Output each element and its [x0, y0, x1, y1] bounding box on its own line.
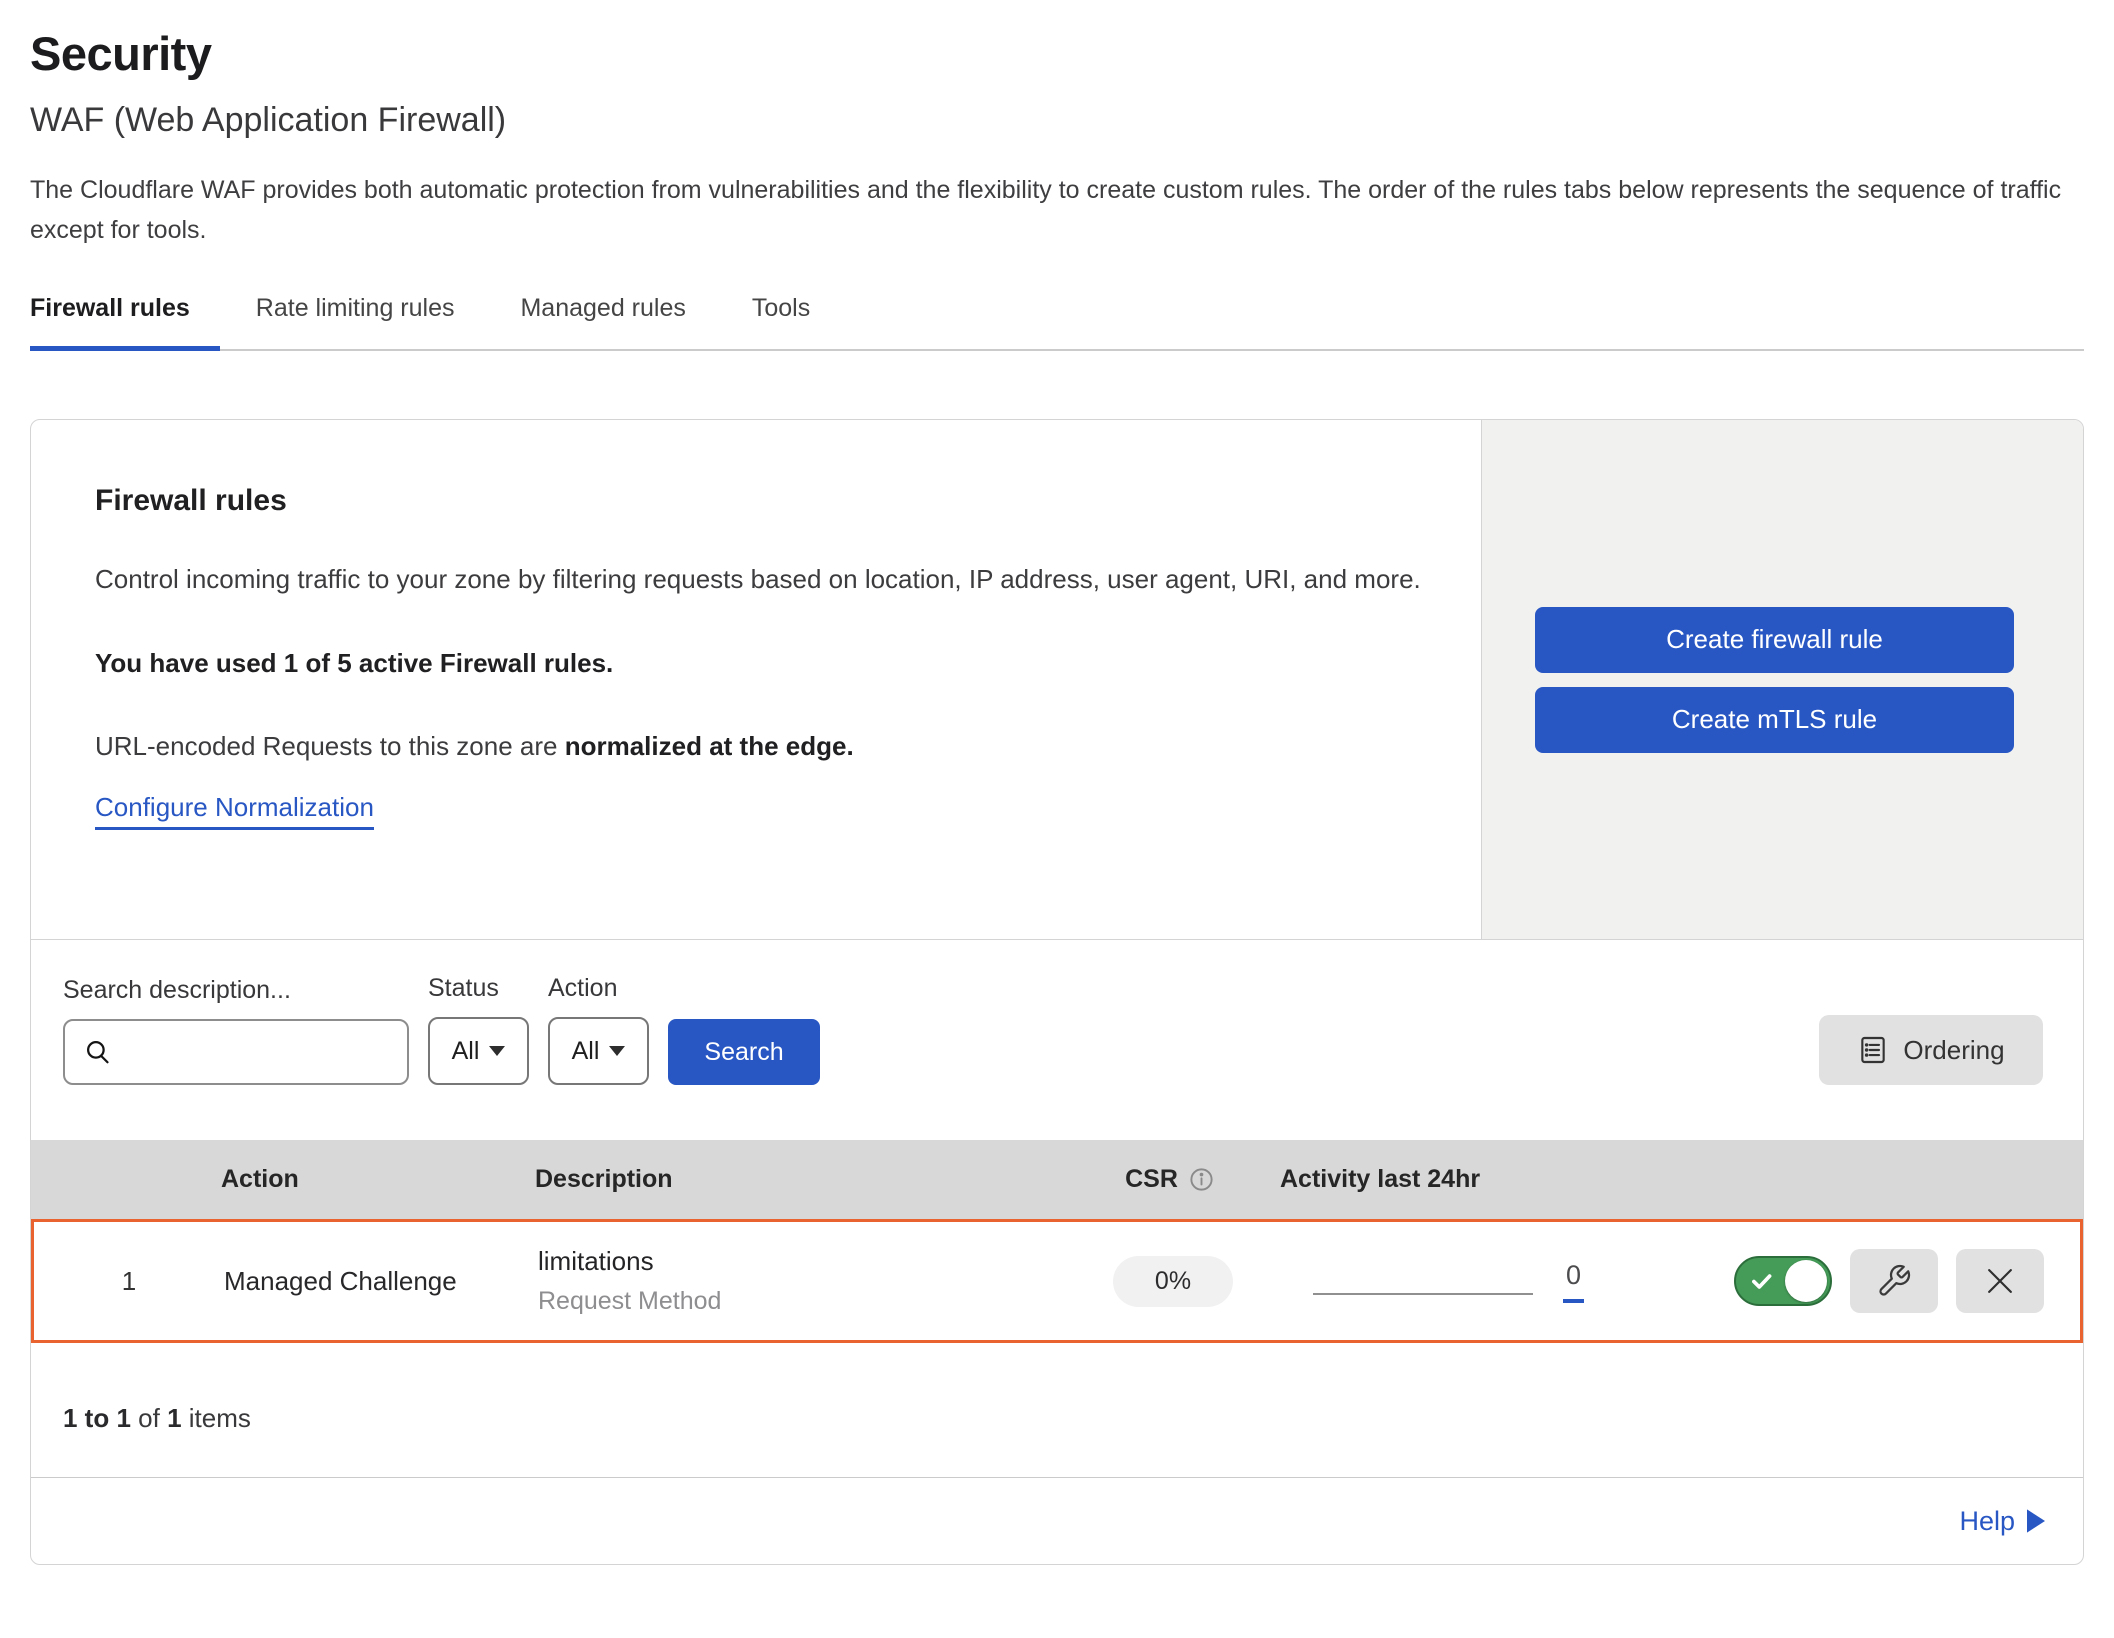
column-description: Description	[535, 1165, 1060, 1194]
items-text: items	[182, 1403, 251, 1433]
status-select[interactable]: All	[428, 1017, 529, 1085]
page-subtitle: WAF (Web Application Firewall)	[30, 101, 2084, 140]
ordering-label: Ordering	[1903, 1035, 2004, 1066]
section-lead: Control incoming traffic to your zone by…	[95, 556, 1421, 602]
filter-bar: Search description... Status All Action	[31, 940, 2083, 1140]
rule-enabled-toggle[interactable]	[1734, 1256, 1832, 1306]
create-actions-panel: Create firewall rule Create mTLS rule	[1481, 420, 2083, 939]
chevron-down-icon	[489, 1046, 505, 1056]
total-count: 1	[167, 1403, 181, 1433]
action-select[interactable]: All	[548, 1017, 649, 1085]
activity-cell: 0	[1283, 1249, 2080, 1313]
toggle-knob	[1785, 1260, 1827, 1302]
close-icon	[1980, 1261, 2020, 1301]
overview-text: Firewall rules Control incoming traffic …	[31, 420, 1481, 939]
delete-rule-button[interactable]	[1956, 1249, 2044, 1313]
activity-count-link[interactable]: 0	[1563, 1260, 1584, 1303]
overview-section: Firewall rules Control incoming traffic …	[31, 420, 2083, 940]
tab-rate-limiting-rules[interactable]: Rate limiting rules	[256, 294, 485, 349]
tab-label: Firewall rules	[30, 294, 190, 322]
rule-description: limitations	[538, 1246, 1063, 1277]
create-firewall-rule-button[interactable]: Create firewall rule	[1535, 607, 2014, 673]
waf-tabs: Firewall rules Rate limiting rules Manag…	[30, 294, 2084, 351]
search-input[interactable]	[123, 1037, 407, 1067]
normalization-prefix: URL-encoded Requests to this zone are	[95, 731, 565, 761]
page-description: The Cloudflare WAF provides both automat…	[30, 170, 2080, 250]
pagination-summary: 1 to 1 of 1 items	[31, 1343, 2083, 1478]
configure-normalization-link[interactable]: Configure Normalization	[95, 792, 374, 830]
search-field[interactable]	[63, 1019, 409, 1085]
csr-badge: 0%	[1113, 1256, 1233, 1307]
check-icon	[1749, 1268, 1775, 1294]
search-icon	[83, 1037, 113, 1067]
status-label: Status	[428, 974, 529, 1003]
rule-expression: Request Method	[538, 1287, 1063, 1316]
csr-header-label: CSR	[1125, 1165, 1178, 1194]
column-csr: CSR	[1060, 1165, 1280, 1194]
rule-description-cell: limitations Request Method	[538, 1246, 1063, 1316]
column-action: Action	[221, 1165, 535, 1194]
arrow-right-icon	[2027, 1509, 2045, 1533]
security-waf-page: Security WAF (Web Application Firewall) …	[0, 0, 2114, 1565]
tab-tools[interactable]: Tools	[752, 294, 840, 349]
chevron-down-icon	[609, 1046, 625, 1056]
table-header: Action Description CSR Activity last 24h…	[31, 1140, 2083, 1219]
tab-managed-rules[interactable]: Managed rules	[520, 294, 715, 349]
rule-priority: 1	[34, 1266, 224, 1297]
action-value: All	[572, 1037, 600, 1066]
normalization-note: URL-encoded Requests to this zone are no…	[95, 731, 1421, 762]
tab-label: Tools	[752, 294, 810, 322]
tab-firewall-rules[interactable]: Firewall rules	[30, 294, 220, 349]
firewall-rules-card: Firewall rules Control incoming traffic …	[30, 419, 2084, 1565]
page-title: Security	[30, 26, 2084, 81]
info-icon[interactable]	[1188, 1166, 1215, 1193]
status-value: All	[452, 1037, 480, 1066]
tab-label: Managed rules	[520, 294, 685, 322]
rule-action: Managed Challenge	[224, 1266, 538, 1297]
action-label: Action	[548, 974, 649, 1003]
search-label: Search description...	[63, 976, 409, 1005]
of-text: of	[131, 1403, 167, 1433]
activity-sparkline	[1313, 1293, 1533, 1295]
range-text: 1 to 1	[63, 1403, 131, 1433]
column-activity: Activity last 24hr	[1280, 1165, 2083, 1194]
ordering-list-icon	[1857, 1034, 1889, 1066]
firewall-rule-row[interactable]: 1 Managed Challenge limitations Request …	[31, 1219, 2083, 1343]
edit-rule-button[interactable]	[1850, 1249, 1938, 1313]
normalization-bold: normalized at the edge.	[565, 731, 854, 761]
tab-label: Rate limiting rules	[256, 294, 455, 322]
create-mtls-rule-button[interactable]: Create mTLS rule	[1535, 687, 2014, 753]
usage-summary: You have used 1 of 5 active Firewall rul…	[95, 648, 1421, 679]
help-bar: Help	[31, 1478, 2083, 1564]
search-button[interactable]: Search	[668, 1019, 820, 1085]
help-label: Help	[1959, 1506, 2015, 1537]
section-heading: Firewall rules	[95, 484, 1421, 518]
help-link[interactable]: Help	[1959, 1506, 2045, 1537]
ordering-button[interactable]: Ordering	[1819, 1015, 2043, 1085]
wrench-icon	[1876, 1263, 1912, 1299]
